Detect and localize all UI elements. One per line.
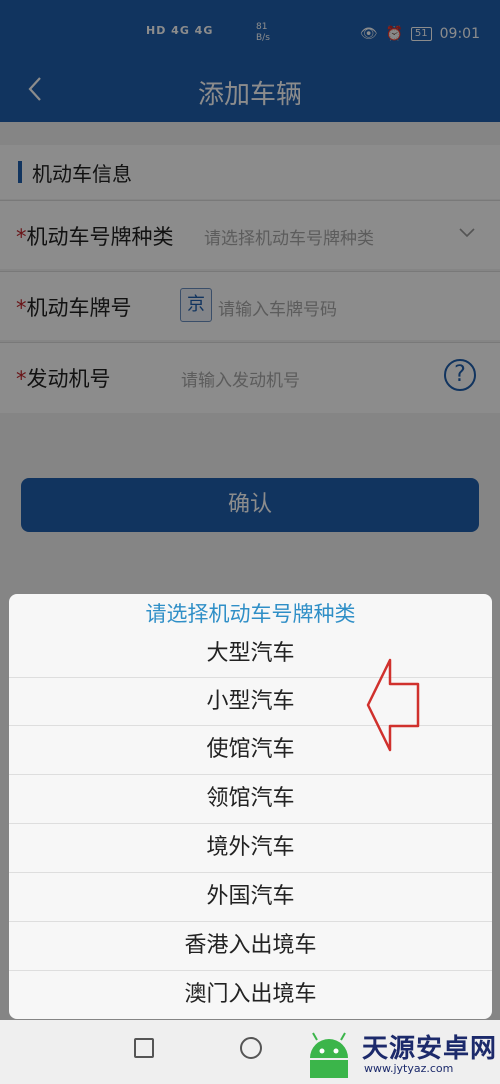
picker-option[interactable]: 澳门入出境车 (9, 970, 492, 1019)
app-screen: HD 4G 4G 81 B/s 👁 ⏰ 51 09:01 添加车辆 机动车信息 … (0, 0, 500, 1084)
watermark-url: www.jytyaz.com (364, 1062, 454, 1075)
watermark: 天源安卓网 www.jytyaz.com (300, 1024, 500, 1084)
home-icon[interactable] (240, 1037, 262, 1059)
picker-title: 请选择机动车号牌种类 (145, 602, 356, 626)
picker-option[interactable]: 领馆汽车 (9, 774, 492, 823)
recent-apps-icon[interactable] (134, 1038, 154, 1058)
watermark-name: 天源安卓网 (362, 1034, 498, 1064)
picker-option[interactable]: 境外汽车 (9, 823, 492, 872)
picker-option[interactable]: 外国汽车 (9, 872, 492, 921)
left-arrow-annotation-icon (366, 658, 420, 752)
picker-option[interactable]: 香港入出境车 (9, 921, 492, 970)
android-logo-icon (310, 1032, 348, 1078)
